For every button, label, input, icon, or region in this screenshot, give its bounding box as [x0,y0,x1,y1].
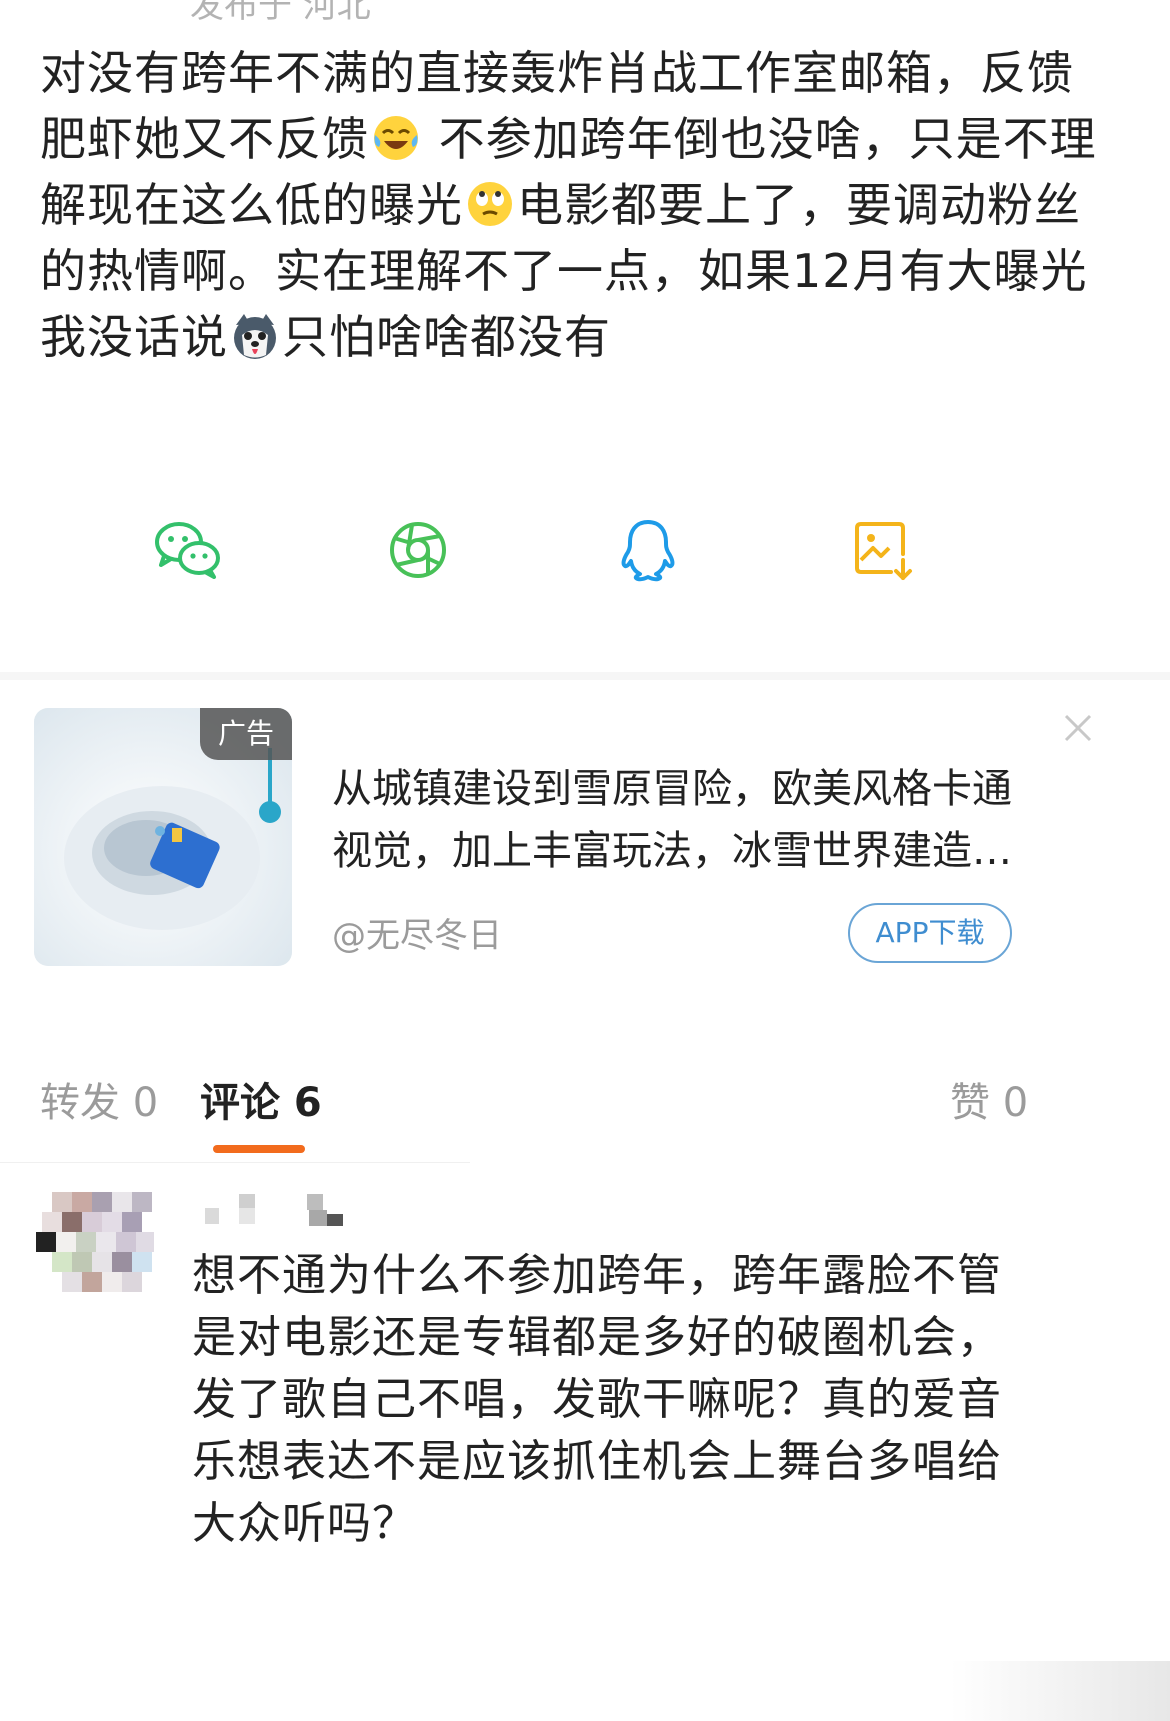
app-download-button[interactable]: APP下载 [848,903,1012,963]
husky-dog-emoji-icon [234,314,276,359]
interaction-tabs: 转发 0 评论 6 赞 0 [0,1070,1170,1160]
pixelated-username [205,1194,343,1226]
post-location: 发布于 河北 [190,0,371,26]
ad-image[interactable]: 广告 [34,708,292,966]
tab-comments[interactable]: 评论 6 [200,1070,322,1136]
rolling-eyes-emoji-icon [468,182,512,226]
ad-badge: 广告 [200,708,292,760]
pixelated-avatar [36,1192,154,1292]
tab-reposts[interactable]: 转发 0 [40,1070,158,1136]
tab-likes[interactable]: 赞 0 [950,1070,1028,1136]
watermark [950,1661,1170,1721]
ad-description[interactable]: 从城镇建设到雪原冒险，欧美风格卡通视觉，加上丰富玩法，冰雪世界建造经营 [332,758,1032,882]
post-text: 对没有跨年不满的直接轰炸肖战工作室邮箱，反馈肥虾她又不反馈 不参加跨年倒也没啥，… [40,40,1100,370]
avatar[interactable] [36,1190,156,1302]
wechat-icon [155,522,220,579]
comment-username[interactable] [205,1190,345,1230]
share-qq-button[interactable] [608,515,688,585]
share-wechat-button[interactable] [148,515,228,585]
comment-text: 想不通为什么不参加跨年，跨年露脸不管是对电影还是专辑都是多好的破圈机会，发了歌自… [192,1250,1002,1549]
save-image-icon [855,522,912,580]
active-tab-indicator [213,1145,305,1153]
ad-source[interactable]: @无尽冬日 [332,908,502,957]
qq-icon [621,520,675,582]
ad-close-button[interactable] [1058,708,1098,748]
moments-icon [390,522,446,578]
share-moments-button[interactable] [378,515,458,585]
post-text-segment: 只怕啥啥都没有 [282,310,611,364]
ad-card[interactable]: 广告 从城镇建设到雪原冒险，欧美风格卡通视觉，加上丰富玩法，冰雪世界建造经营 @… [34,708,1134,978]
section-divider [0,672,1170,680]
share-bar [0,515,1170,585]
crying-laughing-emoji-icon [374,116,418,160]
close-icon [1064,714,1092,742]
save-image-button[interactable] [843,515,923,585]
tabs-divider [0,1162,470,1163]
